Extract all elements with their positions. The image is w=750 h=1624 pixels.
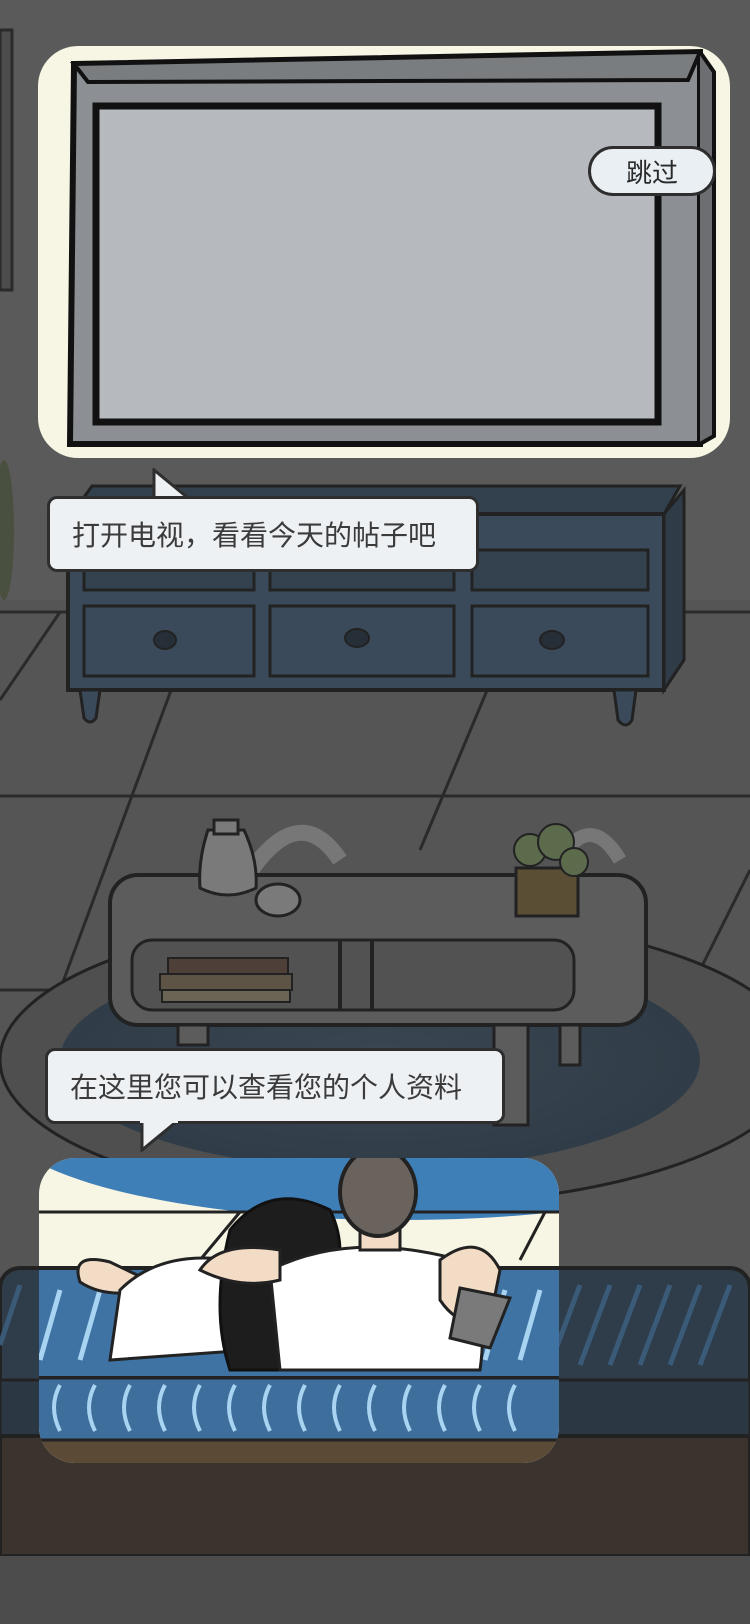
skip-button[interactable]: 跳过 [588,146,716,196]
tip-bubble-profile: 在这里您可以查看您的个人资料 [45,1048,505,1124]
tip-bubble-tv: 打开电视，看看今天的帖子吧 [47,496,479,572]
living-room-scene [0,0,750,1624]
tip-text-tv: 打开电视，看看今天的帖子吧 [72,519,437,552]
tv-highlight[interactable] [38,46,730,458]
tip-text-profile: 在这里您可以查看您的个人资料 [70,1071,463,1104]
tip-bubble-tail [140,1120,178,1152]
